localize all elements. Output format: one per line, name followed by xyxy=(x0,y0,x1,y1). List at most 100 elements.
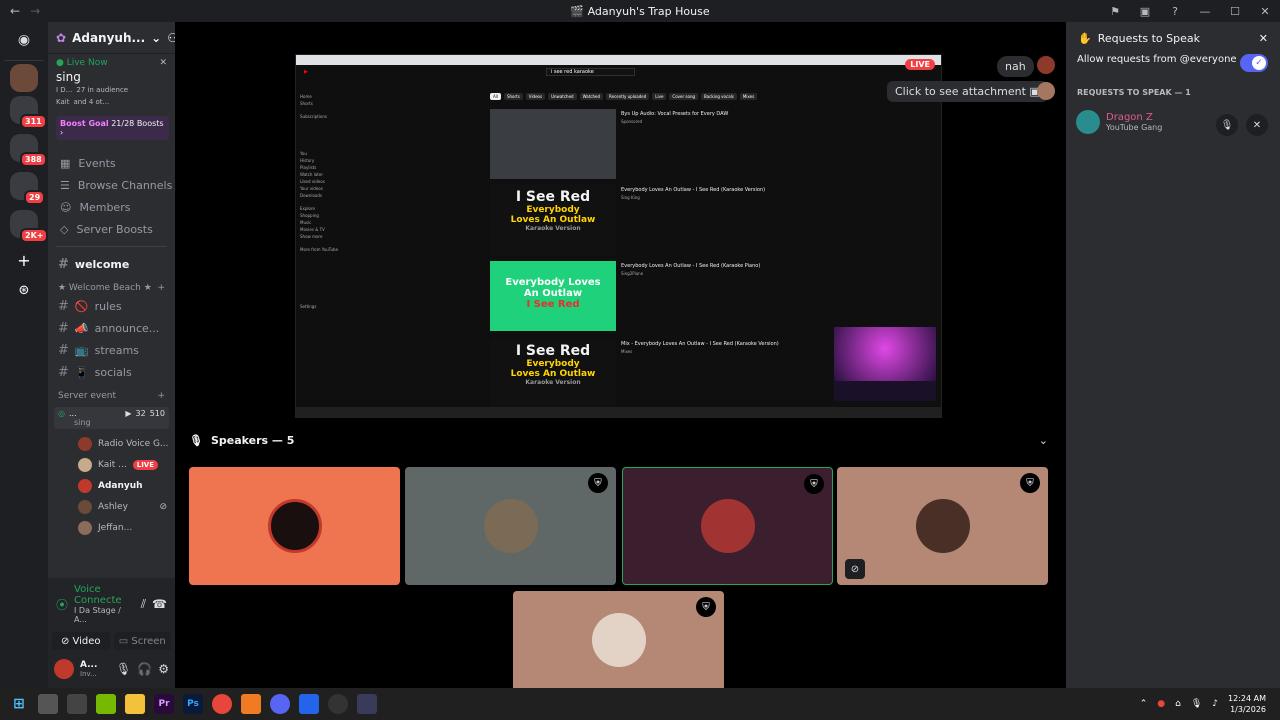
voice-user[interactable]: Adanyuh xyxy=(48,475,175,496)
video-info: Everybody Loves An Outlaw - I See Red (K… xyxy=(621,263,761,276)
channel-streams[interactable]: # 📺 streams xyxy=(48,339,175,361)
channel-socials[interactable]: # 📱 socials xyxy=(48,361,175,383)
chevron-up-icon[interactable]: ⌃ xyxy=(1140,699,1148,709)
channel-rules[interactable]: # 🚫 rules xyxy=(48,295,175,317)
nav-members[interactable]: ☺ Members xyxy=(48,196,175,218)
live-badge: LIVE xyxy=(132,459,158,470)
obs-icon[interactable] xyxy=(328,694,348,714)
youtube-logo-icon: ▶ xyxy=(304,69,308,75)
live-audience: 27 in audience xyxy=(76,86,129,94)
noise-suppression-icon[interactable]: ⫽ xyxy=(141,597,146,612)
avatar xyxy=(78,499,92,514)
app-icon[interactable] xyxy=(241,694,261,714)
server-icon-active[interactable] xyxy=(10,64,38,92)
hash-icon: # xyxy=(58,320,69,336)
chat-bubble[interactable]: nah xyxy=(997,56,1034,77)
video-icon: ▶ xyxy=(125,409,132,418)
server-badge: 2K+ xyxy=(20,228,49,243)
chrome-icon[interactable] xyxy=(212,694,232,714)
screen-share-button[interactable]: ▭ Screen xyxy=(113,632,171,651)
avatar xyxy=(78,457,92,472)
inbox-icon[interactable]: ▣ xyxy=(1130,0,1160,22)
help-icon[interactable]: ? xyxy=(1160,0,1190,22)
nav-browse-channels[interactable]: ☰ Browse Channels xyxy=(48,174,175,196)
nav-server-boosts[interactable]: ◇ Server Boosts xyxy=(48,218,175,240)
photoshop-icon[interactable]: Ps xyxy=(183,694,203,714)
channel-sidebar: ✿ Adanyuh... ⌄ ⚇ ● Live Now ✕ sing I D..… xyxy=(48,22,175,688)
category-server-event[interactable]: Server event + xyxy=(48,383,175,403)
add-channel-icon[interactable]: + xyxy=(157,283,165,293)
live-more: and 4 ot... xyxy=(73,98,110,106)
dismiss-request-icon[interactable]: ✕ xyxy=(1246,114,1268,136)
voice-user[interactable]: Radio Voice G... xyxy=(48,433,175,454)
stage-channel[interactable]: ◎ ... ▶ 32 510 sing xyxy=(54,407,169,429)
video-off-icon: ⊘ xyxy=(60,636,70,647)
invite-to-speak-icon[interactable]: 🎙 xyxy=(1216,114,1238,136)
microphone-icon[interactable]: 🎙 xyxy=(1191,699,1202,709)
clock[interactable]: 12:24 AM 1/3/2026 xyxy=(1228,693,1266,715)
requests-section-header: REQUESTS TO SPEAK — 1 xyxy=(1077,88,1191,97)
discord-home-icon[interactable]: ◉ xyxy=(10,26,38,54)
boost-icon: ◇ xyxy=(60,222,69,236)
add-server-icon[interactable]: + xyxy=(10,246,38,274)
add-member-icon[interactable]: ⚇ xyxy=(167,31,175,45)
windows-start-icon[interactable]: ⊞ xyxy=(9,694,29,714)
muted-mic-icon: ⊘ xyxy=(845,559,865,579)
channel-announcements[interactable]: # 📣 announce... xyxy=(48,317,175,339)
user-panel: A... Inv... 🎙 🎧 ⚙ xyxy=(48,650,175,688)
video-thumbnail: I See Red Everybody Loves An Outlaw Kara… xyxy=(490,339,616,407)
category-welcome-beach[interactable]: ★ Welcome Beach ★ + xyxy=(48,275,175,295)
add-channel-icon[interactable]: + xyxy=(157,391,165,401)
speaker-tile[interactable]: ⛨ xyxy=(622,467,833,585)
screen-share-stream[interactable]: ▶ i see red karaoke LIVE Home Shorts Sub… xyxy=(295,54,942,418)
live-now-card[interactable]: ● Live Now ✕ sing I D... 27 in audience … xyxy=(48,54,175,110)
app-icon[interactable] xyxy=(299,694,319,714)
speaker-tile[interactable] xyxy=(189,467,400,585)
avatar xyxy=(78,478,92,493)
channel-welcome[interactable]: # welcome xyxy=(48,253,175,275)
app-icon[interactable] xyxy=(67,694,87,714)
settings-gear-icon[interactable]: ⚙ xyxy=(158,662,169,676)
hash-icon: # xyxy=(58,342,69,358)
server-badge: 311 xyxy=(20,114,47,129)
task-view-icon[interactable] xyxy=(38,694,58,714)
title-bar: ← → 🎬 Adanyuh's Trap House ⚑ ▣ ? — ☐ ✕ xyxy=(0,0,1280,22)
flag-icon[interactable]: ⚑ xyxy=(1100,0,1130,22)
minimize-icon[interactable]: — xyxy=(1190,0,1220,22)
file-explorer-icon[interactable] xyxy=(125,694,145,714)
nvidia-icon[interactable] xyxy=(96,694,116,714)
server-name: Adanyuh... xyxy=(72,30,146,45)
voice-user[interactable]: Ashley ⊘ xyxy=(48,496,175,517)
video-button[interactable]: ⊘ Video xyxy=(52,632,110,651)
boost-goal[interactable]: Boost Goal 21/28 Boosts › xyxy=(56,116,169,140)
requester-name: Dragon xyxy=(1106,112,1143,123)
server-header[interactable]: ✿ Adanyuh... ⌄ ⚇ xyxy=(48,22,175,54)
collapse-chevron-icon[interactable]: ⌄ xyxy=(1039,434,1048,447)
attachment-bubble[interactable]: Click to see attachment ▣ xyxy=(887,81,1048,102)
close-window-icon[interactable]: ✕ xyxy=(1250,0,1280,22)
network-icon[interactable]: ⌂ xyxy=(1175,699,1181,709)
video-info: Bys Up Audio: Vocal Presets for Every DA… xyxy=(621,111,729,124)
disconnect-icon[interactable]: ☎ xyxy=(152,597,167,611)
voice-user[interactable]: Kait ... LIVE xyxy=(48,454,175,475)
volume-icon[interactable]: ♪ xyxy=(1212,699,1218,709)
discord-icon[interactable] xyxy=(270,694,290,714)
speaker-tile[interactable]: ⛨ xyxy=(513,591,724,688)
app-icon[interactable] xyxy=(357,694,377,714)
voice-user[interactable]: Jeffan... xyxy=(48,517,175,538)
premiere-icon[interactable]: Pr xyxy=(154,694,174,714)
speaker-tile[interactable]: ⛨ xyxy=(405,467,616,585)
explore-icon[interactable]: ⊛ xyxy=(10,276,38,304)
headphones-icon[interactable]: 🎧 xyxy=(137,662,152,676)
allow-requests-toggle[interactable] xyxy=(1240,54,1268,72)
close-icon[interactable]: ✕ xyxy=(159,58,167,68)
speaker-tile[interactable]: ⛨ ⊘ xyxy=(837,467,1048,585)
tray-app-icon[interactable]: ● xyxy=(1157,699,1165,709)
request-item[interactable]: Dragon Z YouTube Gang xyxy=(1076,110,1162,134)
microphone-icon[interactable]: 🎙 xyxy=(116,662,131,676)
voice-connected-subtitle[interactable]: I Da Stage / A... xyxy=(74,606,135,624)
close-icon[interactable]: ✕ xyxy=(1259,32,1268,45)
nav-events[interactable]: ▦ Events xyxy=(48,152,175,174)
maximize-icon[interactable]: ☐ xyxy=(1220,0,1250,22)
avatar[interactable] xyxy=(54,659,74,679)
